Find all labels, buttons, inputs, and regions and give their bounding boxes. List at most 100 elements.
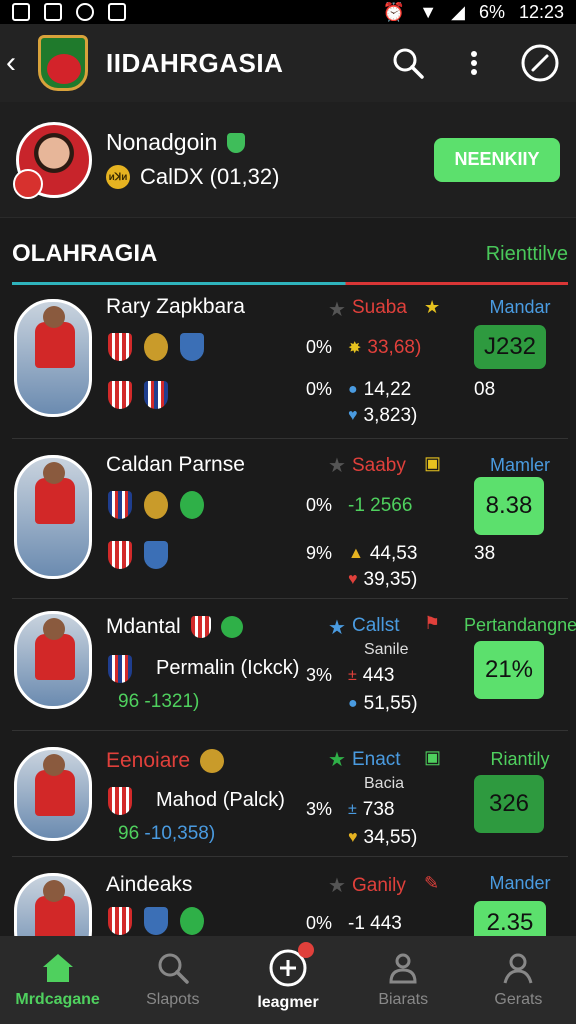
nav-label: leagmer [257,994,319,1011]
club-crest-icon [144,381,168,409]
player-meta: Permalin (Ickck) [156,657,300,679]
column-header: Mandar [489,297,551,317]
list-item[interactable]: Caldan Parnse ★ Saaby ▣ 0% -1 2566 9% ▲ 4… [12,439,568,599]
player-photo [14,455,92,579]
stat-value: -1 2566 [348,495,413,516]
percent: 0% [306,379,333,399]
player-name: Caldan Parnse [106,453,245,476]
section-title: OLAHRAGIA [12,240,158,267]
player-sub-number: -10,358) [144,823,216,844]
stat-value-text: 14,22 [363,379,412,400]
stat-sub-label: Sanile [364,641,409,658]
percent: 0% [306,337,333,357]
heart-icon: ♥ [348,407,358,424]
stat-value: ● 14,22 [348,379,411,401]
percent: 3% [306,799,333,819]
stat-value: ✸ 33,68) [348,337,421,359]
stat-value: ♥ 34,55) [348,827,417,849]
profile-info: Nonadgoin ᴎꓘᴎ CalDX (01,32) [106,129,434,190]
profile-name-row: Nonadgoin [106,129,434,156]
stat-value-text: 39,35) [363,569,418,590]
edit-button[interactable] [516,39,564,87]
stat-value: ● 51,55) [348,693,418,715]
club-crest-icon [108,907,132,935]
club-crest-icon [220,616,243,638]
percent: 0% [306,495,333,515]
list-item[interactable]: Eenoiare Mahod (Palck) 96 -10,358) ★ Ena… [12,731,568,857]
heart-icon: ♥ [348,829,358,846]
stat-value: ▲ 44,53 [348,543,417,565]
stat-value: ♥ 39,35) [348,569,417,591]
profile-card[interactable]: Nonadgoin ᴎꓘᴎ CalDX (01,32) NEENKIIY [0,102,576,218]
nav-item-add[interactable]: leagmer [230,936,345,1024]
wifi-icon: ▼ [419,1,438,22]
search-icon [393,48,424,79]
thumb-icon: ▲ [348,545,364,562]
stat-value-text: 738 [362,799,395,820]
star-icon[interactable]: ★ [328,453,346,478]
player-meta: Mahod (Palck) [156,789,285,811]
back-icon[interactable]: ‹ [6,46,34,80]
club-crest-icon [180,491,204,519]
score-badge[interactable]: 8.38 [474,477,544,535]
stat-value: ±738 [348,799,394,821]
nav-label: Gerats [494,991,543,1008]
score-badge[interactable]: J232 [474,325,546,369]
alarm-icon: ⏰ [382,1,406,22]
notification-badge [298,942,314,958]
star-icon[interactable]: ★ [328,747,346,772]
club-crest-icon [108,787,132,815]
player-sub-number: -1321) [144,691,200,712]
score-badge[interactable]: 21% [474,641,544,699]
star-icon[interactable]: ★ [328,873,346,898]
club-crest-icon [108,655,132,683]
home-icon [108,3,126,21]
stat-value-text: 51,55) [363,693,418,714]
side-number: 08 [474,379,496,400]
nav-label: Mrdcagane [15,991,100,1008]
more-options-button[interactable] [450,39,498,87]
player-name-text: Mdantal [106,615,181,638]
player-photo [14,747,92,841]
star-icon[interactable]: ★ [328,297,346,322]
club-crest-icon [200,749,225,773]
search-button[interactable] [384,39,432,87]
list-item[interactable]: Rary Zapkbara ★ Suaba ★ 0% ✸ 33,68) 0% ● 1… [12,285,568,439]
player-name: Aindeaks [106,873,193,896]
battery-level: 6% [478,1,505,22]
team-badges [108,491,204,519]
star-icon[interactable]: ★ [328,615,346,640]
status-bar: ⏰ ▼ ◢ 6% 12:23 [0,0,576,24]
notification-icon [12,3,30,21]
verified-icon [227,132,246,153]
list-item[interactable]: Mdantal Permalin (Ickck) 96 -1321) ★ Cal… [12,599,576,731]
stat-label: Ganily [352,875,406,896]
home-icon [41,951,75,985]
nav-item-account[interactable]: Gerats [461,936,576,1024]
percent: 0% [306,913,333,933]
player-list: Rary Zapkbara ★ Suaba ★ 0% ✸ 33,68) 0% ● 1… [0,285,576,969]
avatar-badge-icon [13,168,43,199]
flag-icon: ▣ [424,453,442,473]
nav-label: Biarats [378,991,429,1008]
nav-item-home[interactable]: Mrdcagane [0,936,115,1024]
team-badges [108,333,204,361]
avatar[interactable] [13,121,92,199]
app-icon [76,3,94,21]
follow-button[interactable]: NEENKIIY [434,137,560,182]
more-vert-icon [471,51,477,75]
stat-sub-label: Bacia [364,775,405,792]
nav-item-search[interactable]: Slapots [115,936,230,1024]
section-link[interactable]: Rienttilve [486,243,568,266]
status-icons-right: ⏰ ▼ ◢ 6% 12:23 [383,2,564,23]
nav-item-profile[interactable]: Biarats [346,936,461,1024]
column-header: Riantily [490,749,550,769]
compass-edit-icon [521,44,559,82]
mail-icon [44,3,62,21]
score-badge[interactable]: 326 [474,775,544,833]
stat-label: Enact [352,749,401,770]
player-photo [14,299,92,417]
nav-label: Slapots [146,991,200,1008]
section-header: OLAHRAGIA Rienttilve [0,226,576,282]
stat-value: ±443 [348,665,394,687]
